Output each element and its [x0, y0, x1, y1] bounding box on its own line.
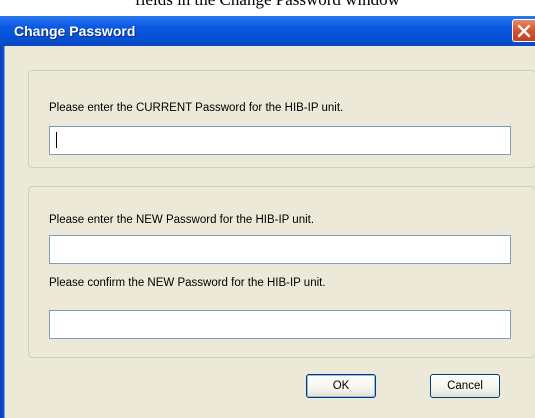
new-password-label: Please enter the NEW Password for the HI…	[49, 214, 315, 226]
close-icon	[517, 24, 531, 38]
close-button[interactable]	[512, 19, 535, 42]
current-password-group: Please enter the CURRENT Password for th…	[28, 70, 535, 168]
title-bar[interactable]: Change Password	[0, 16, 535, 46]
dialog-body: Please enter the CURRENT Password for th…	[5, 46, 535, 418]
window-title: Change Password	[14, 23, 136, 39]
change-password-dialog: Change Password Please enter the CURRENT…	[0, 16, 535, 418]
text-caret	[56, 132, 57, 148]
current-password-input[interactable]	[49, 126, 511, 155]
new-password-input[interactable]	[49, 235, 511, 264]
confirm-password-label: Please confirm the NEW Password for the …	[49, 277, 326, 289]
confirm-password-input[interactable]	[49, 310, 511, 339]
new-password-group: Please enter the NEW Password for the HI…	[28, 186, 535, 358]
current-password-label: Please enter the CURRENT Password for th…	[49, 102, 344, 114]
current-password-field-wrap	[49, 126, 511, 155]
ok-button[interactable]: OK	[306, 374, 376, 398]
cancel-button[interactable]: Cancel	[430, 374, 500, 398]
document-caption: fields in the Change Password window	[0, 0, 535, 8]
